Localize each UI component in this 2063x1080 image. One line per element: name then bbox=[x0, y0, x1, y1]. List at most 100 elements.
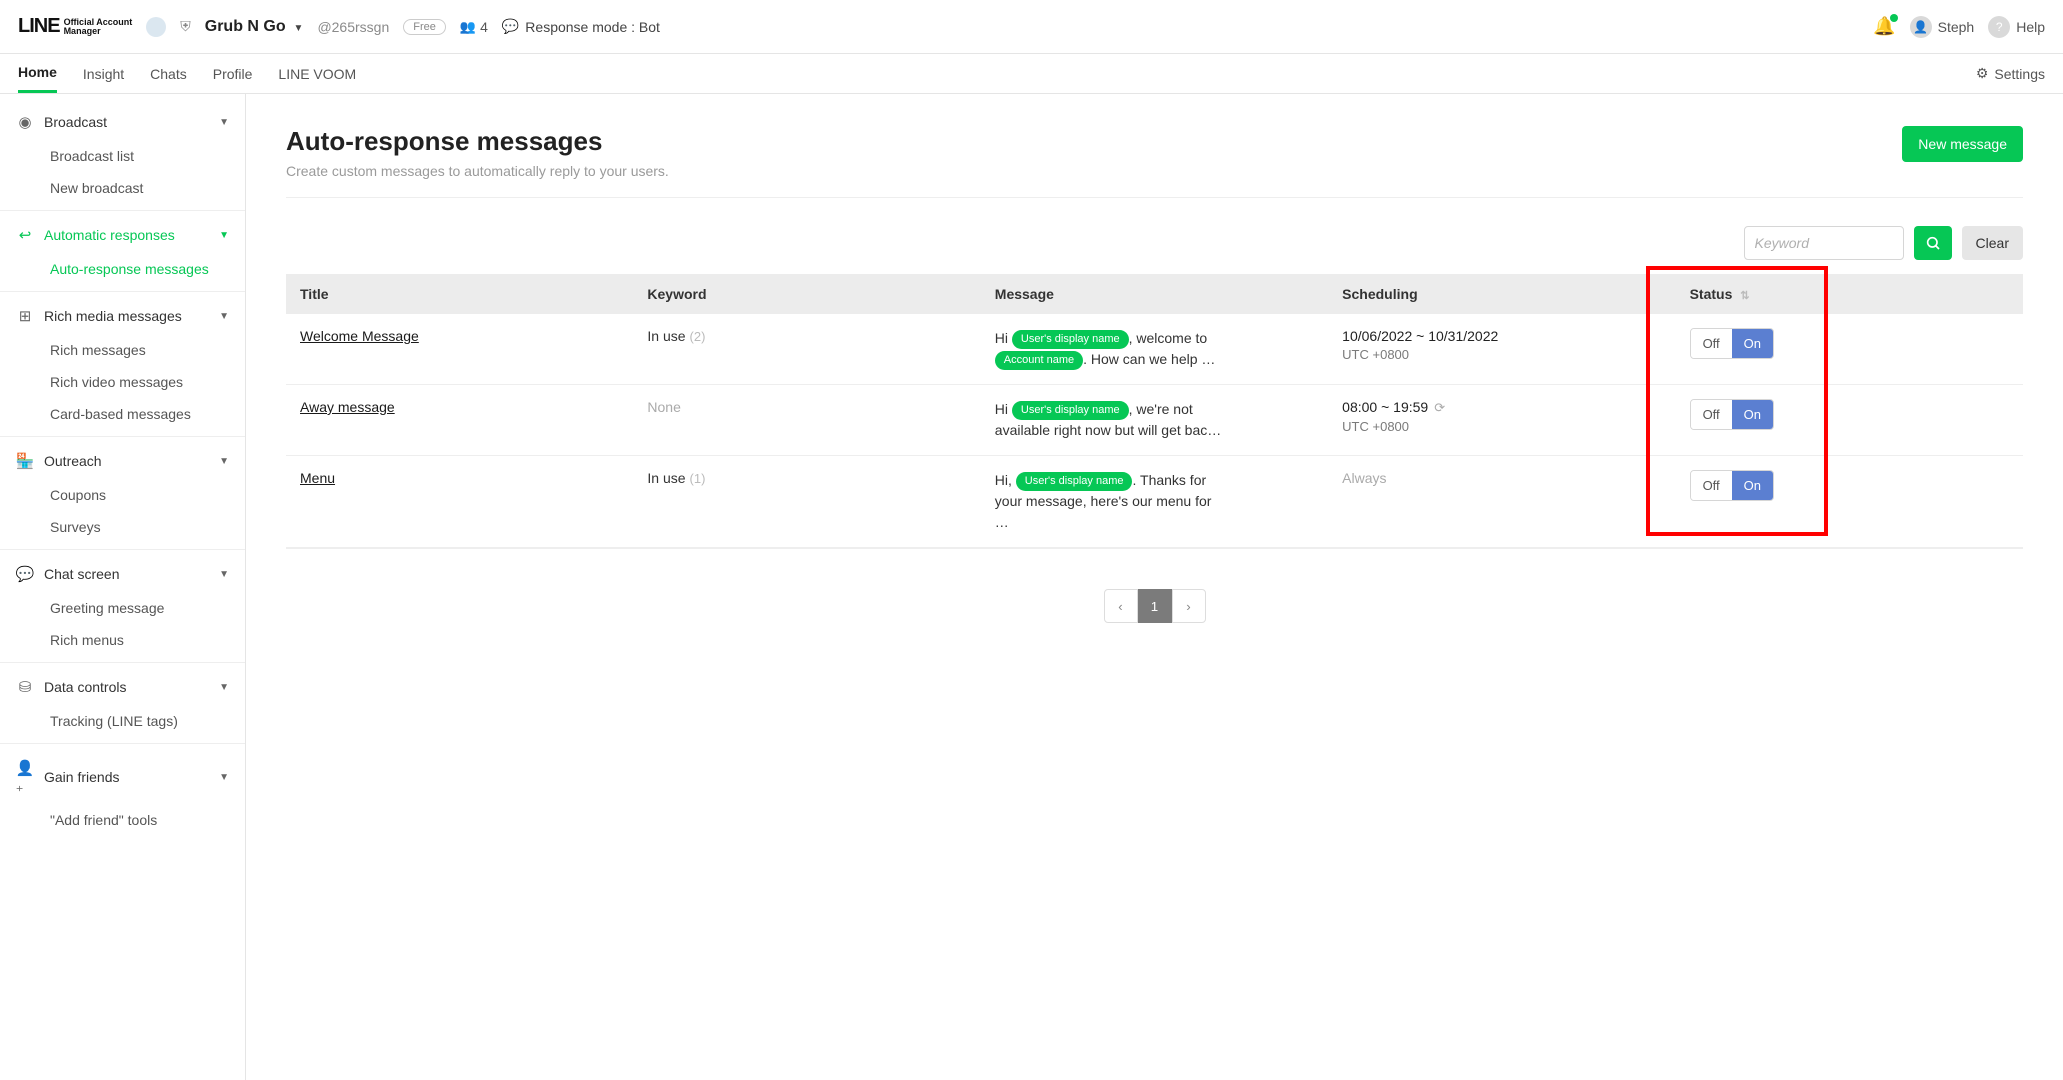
sidebar-item-rich-messages[interactable]: Rich messages bbox=[0, 334, 245, 366]
nav-tab-insight[interactable]: Insight bbox=[83, 54, 124, 93]
plan-badge: Free bbox=[403, 19, 446, 35]
col-title[interactable]: Title bbox=[286, 274, 633, 314]
user-name-chip: User's display name bbox=[1012, 330, 1129, 349]
pagination: ‹ 1 › bbox=[286, 589, 2023, 623]
table-row: Menu In use (1) Hi, User's display name. … bbox=[286, 456, 2023, 548]
scheduling-cell: 08:00 ~ 19:59⟳ UTC +0800 bbox=[1328, 385, 1675, 456]
message-title-link[interactable]: Away message bbox=[300, 399, 395, 415]
col-keyword[interactable]: Keyword bbox=[633, 274, 980, 314]
sidebar-item-surveys[interactable]: Surveys bbox=[0, 511, 245, 543]
shield-icon: ⛨ bbox=[180, 18, 191, 35]
data-controls-icon: ⛁ bbox=[16, 678, 34, 696]
gain-friends-icon: 👤₊ bbox=[16, 759, 34, 795]
user-name-chip: User's display name bbox=[1012, 401, 1129, 420]
search-icon bbox=[1925, 235, 1941, 251]
nav-tab-chats[interactable]: Chats bbox=[150, 54, 187, 93]
divider bbox=[286, 197, 2023, 198]
account-handle: @265rssgn bbox=[317, 19, 389, 35]
sidebar-item-add-friend-tools[interactable]: "Add friend" tools bbox=[0, 804, 245, 836]
chat-screen-icon: 💬 bbox=[16, 565, 34, 583]
table-row: Welcome Message In use(2) Hi User's disp… bbox=[286, 314, 2023, 385]
user-name-chip: User's display name bbox=[1016, 472, 1133, 491]
message-preview: Hi, User's display name. Thanks for your… bbox=[995, 470, 1225, 533]
message-title-link[interactable]: Welcome Message bbox=[300, 328, 419, 344]
reply-icon: ↩ bbox=[16, 226, 34, 244]
account-name: Grub N Go bbox=[205, 18, 286, 35]
search-button[interactable] bbox=[1914, 226, 1952, 260]
sidebar-item-auto-response-messages[interactable]: Auto-response messages bbox=[0, 253, 245, 285]
logo: LINE Official AccountManager bbox=[18, 15, 132, 38]
sidebar-item-coupons[interactable]: Coupons bbox=[0, 479, 245, 511]
status-toggle[interactable]: Off On bbox=[1690, 328, 1774, 359]
sidebar-group-gain-friends[interactable]: 👤₊ Gain friends ▼ bbox=[0, 750, 245, 804]
chat-icon: 💬 bbox=[502, 18, 519, 35]
settings-link[interactable]: ⚙ Settings bbox=[1976, 65, 2045, 82]
notifications-icon[interactable]: 🔔 bbox=[1873, 16, 1895, 37]
pager-page-1[interactable]: 1 bbox=[1138, 589, 1172, 623]
rich-media-icon: ⊞ bbox=[16, 307, 34, 325]
scheduling-cell: Always bbox=[1328, 456, 1675, 548]
user-avatar-icon: 👤 bbox=[1910, 16, 1932, 38]
col-scheduling[interactable]: Scheduling bbox=[1328, 274, 1675, 314]
help-link[interactable]: ? Help bbox=[1988, 16, 2045, 38]
messages-table: Title Keyword Message Scheduling Status … bbox=[286, 274, 2023, 548]
account-switcher[interactable]: Grub N Go ▼ bbox=[205, 18, 304, 36]
help-icon: ? bbox=[1988, 16, 2010, 38]
scheduling-cell: 10/06/2022 ~ 10/31/2022 UTC +0800 bbox=[1328, 314, 1675, 385]
sidebar-item-rich-menus[interactable]: Rich menus bbox=[0, 624, 245, 656]
nav-tab-line-voom[interactable]: LINE VOOM bbox=[278, 54, 356, 93]
sidebar-item-card-based-messages[interactable]: Card-based messages bbox=[0, 398, 245, 430]
sidebar-item-new-broadcast[interactable]: New broadcast bbox=[0, 172, 245, 204]
top-bar: LINE Official AccountManager ⛨ Grub N Go… bbox=[0, 0, 2063, 54]
account-name-chip: Account name bbox=[995, 351, 1083, 370]
sidebar-item-tracking[interactable]: Tracking (LINE tags) bbox=[0, 705, 245, 737]
sidebar-item-greeting-message[interactable]: Greeting message bbox=[0, 592, 245, 624]
chevron-down-icon: ▼ bbox=[219, 117, 229, 128]
pager-next[interactable]: › bbox=[1172, 589, 1206, 623]
nav-tab-profile[interactable]: Profile bbox=[213, 54, 253, 93]
friends-icon: 👥 bbox=[460, 19, 476, 35]
col-status[interactable]: Status ⇅ bbox=[1676, 274, 2023, 314]
message-title-link[interactable]: Menu bbox=[300, 470, 335, 486]
repeat-icon: ⟳ bbox=[1434, 400, 1445, 415]
chevron-down-icon: ▼ bbox=[219, 569, 229, 580]
chevron-down-icon: ▼ bbox=[219, 772, 229, 783]
main-nav: Home Insight Chats Profile LINE VOOM ⚙ S… bbox=[0, 54, 2063, 94]
keyword-input[interactable] bbox=[1744, 226, 1904, 260]
chevron-down-icon: ▼ bbox=[219, 230, 229, 241]
status-toggle[interactable]: Off On bbox=[1690, 399, 1774, 430]
sidebar-group-outreach[interactable]: 🏪 Outreach ▼ bbox=[0, 443, 245, 479]
main-content: Auto-response messages Create custom mes… bbox=[246, 94, 2063, 1080]
page-subtitle: Create custom messages to automatically … bbox=[286, 163, 669, 179]
col-message[interactable]: Message bbox=[981, 274, 1328, 314]
keyword-status: In use bbox=[647, 470, 685, 486]
clear-button[interactable]: Clear bbox=[1962, 226, 2023, 260]
nav-tab-home[interactable]: Home bbox=[18, 54, 57, 93]
current-user[interactable]: 👤 Steph bbox=[1910, 16, 1975, 38]
sidebar-group-automatic-responses[interactable]: ↩ Automatic responses ▼ bbox=[0, 217, 245, 253]
keyword-count: (2) bbox=[690, 329, 706, 344]
keyword-status: None bbox=[647, 399, 680, 415]
sidebar-item-broadcast-list[interactable]: Broadcast list bbox=[0, 140, 245, 172]
gear-icon: ⚙ bbox=[1976, 65, 1989, 82]
account-avatar bbox=[146, 17, 166, 37]
chevron-down-icon: ▼ bbox=[219, 311, 229, 322]
table-row: Away message None Hi User's display name… bbox=[286, 385, 2023, 456]
sidebar-group-chat-screen[interactable]: 💬 Chat screen ▼ bbox=[0, 556, 245, 592]
sidebar-item-rich-video-messages[interactable]: Rich video messages bbox=[0, 366, 245, 398]
keyword-status: In use bbox=[647, 328, 685, 344]
response-mode[interactable]: 💬 Response mode : Bot bbox=[502, 18, 660, 35]
logo-text: LINE bbox=[18, 15, 60, 38]
sidebar-group-broadcast[interactable]: ◉ Broadcast ▼ bbox=[0, 104, 245, 140]
sidebar: ◉ Broadcast ▼ Broadcast list New broadca… bbox=[0, 94, 246, 1080]
status-toggle[interactable]: Off On bbox=[1690, 470, 1774, 501]
new-message-button[interactable]: New message bbox=[1902, 126, 2023, 162]
keyword-count: (1) bbox=[690, 471, 706, 486]
broadcast-icon: ◉ bbox=[16, 113, 34, 131]
divider bbox=[286, 548, 2023, 549]
sidebar-group-rich-media[interactable]: ⊞ Rich media messages ▼ bbox=[0, 298, 245, 334]
chevron-down-icon: ▼ bbox=[219, 682, 229, 693]
chevron-down-icon: ▼ bbox=[219, 456, 229, 467]
pager-prev[interactable]: ‹ bbox=[1104, 589, 1138, 623]
sidebar-group-data-controls[interactable]: ⛁ Data controls ▼ bbox=[0, 669, 245, 705]
